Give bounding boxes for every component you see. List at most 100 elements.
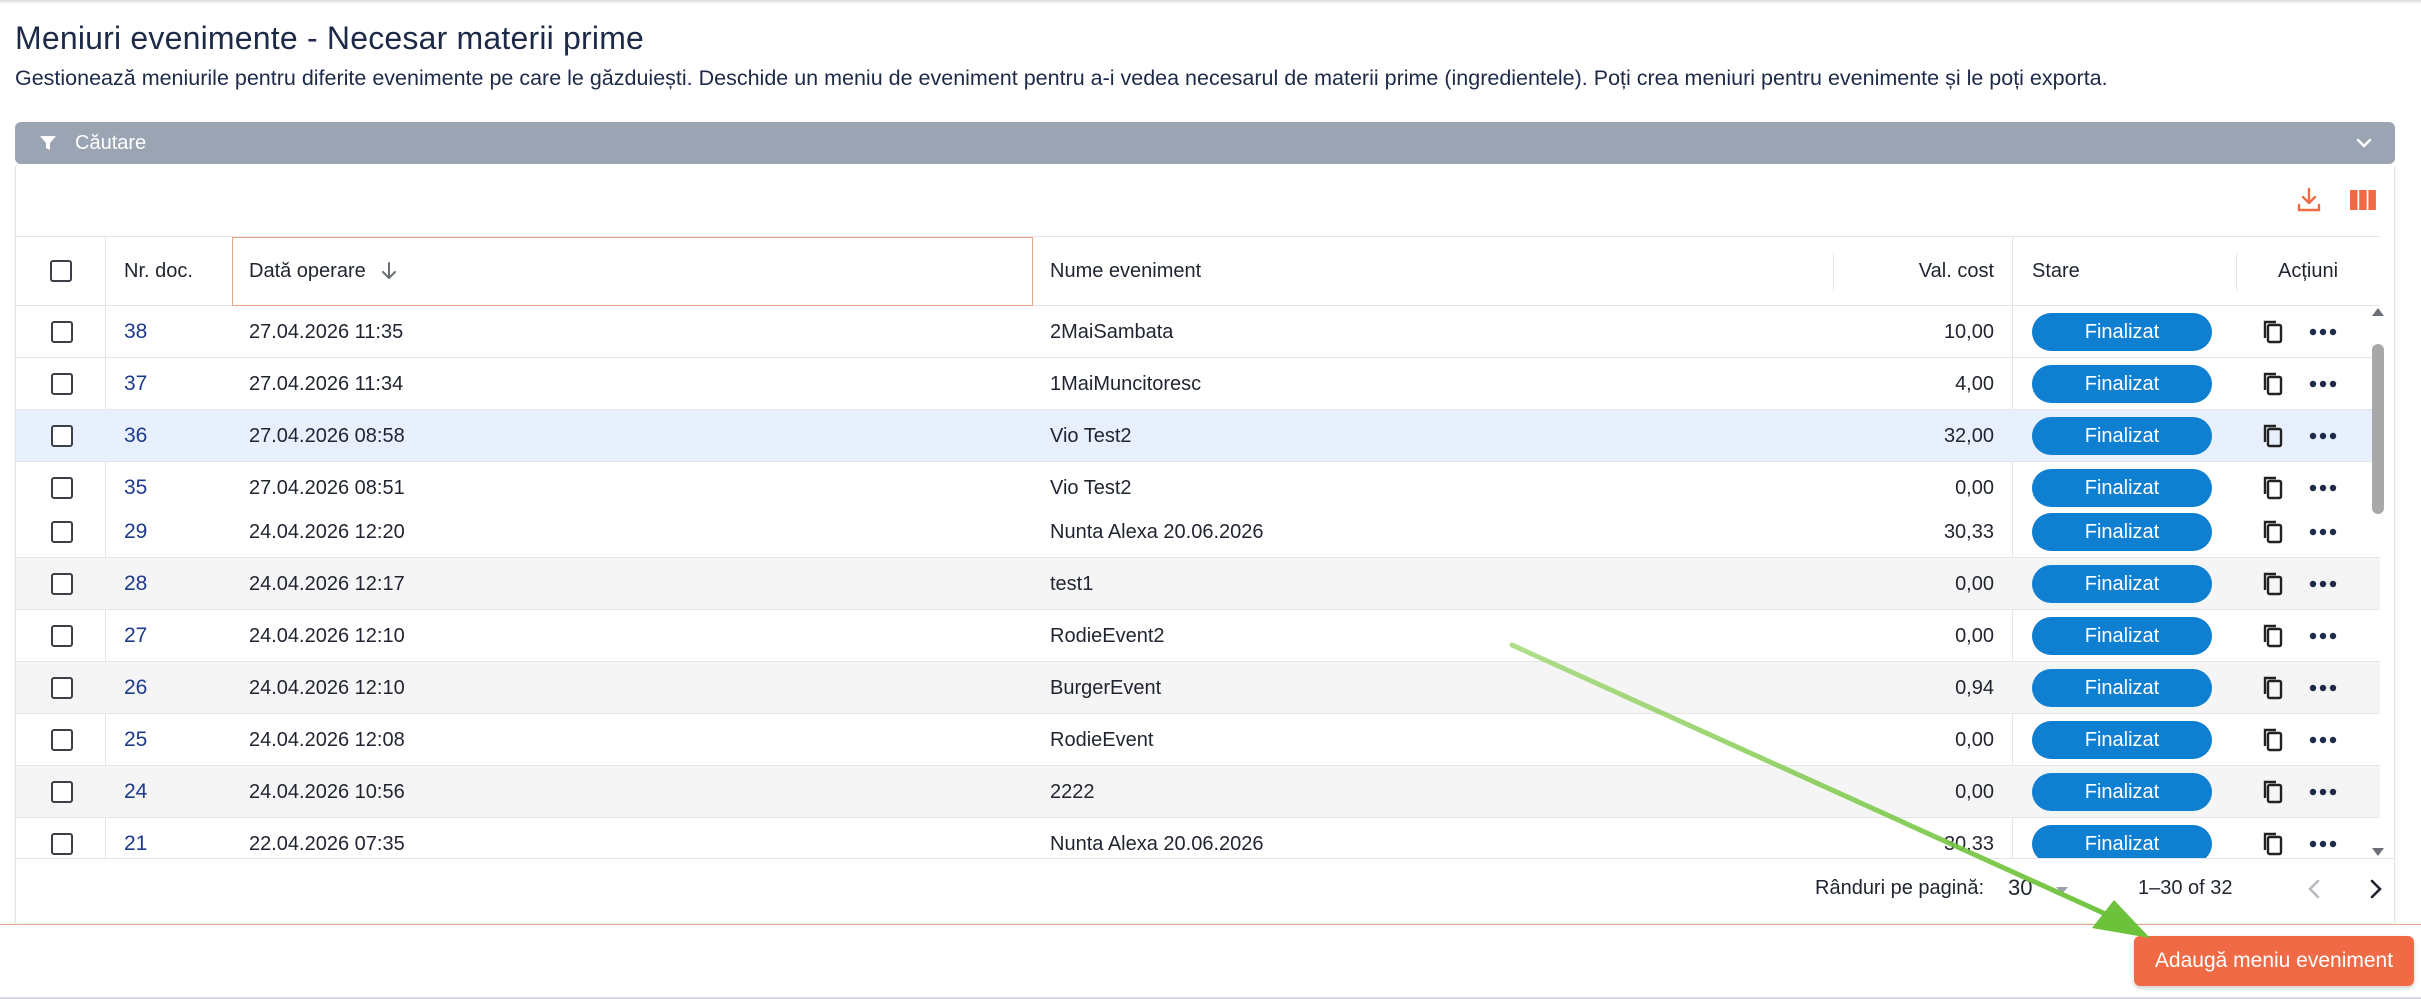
row-event-name: 1MaiMuncitoresc	[1050, 372, 1202, 395]
more-horizontal-icon[interactable]	[2308, 558, 2338, 610]
status-badge[interactable]: Finalizat	[2032, 513, 2212, 551]
select-all-checkbox[interactable]	[50, 237, 72, 305]
row-date: 24.04.2026 12:08	[249, 728, 405, 751]
more-horizontal-icon[interactable]	[2308, 410, 2338, 462]
column-header-date[interactable]: Dată operare	[249, 237, 398, 305]
row-status[interactable]: Finalizat	[2032, 766, 2212, 818]
scrollbar-thumb[interactable]	[2372, 344, 2384, 514]
row-event-name: Nunta Alexa 20.06.2026	[1050, 520, 1264, 543]
more-horizontal-icon[interactable]	[2308, 818, 2338, 858]
row-cost-value: 30,33	[1943, 520, 1994, 543]
row-status[interactable]: Finalizat	[2032, 506, 2212, 558]
table-row[interactable]: 25 24.04.2026 12:08 RodieEvent 0,00 Fina…	[16, 714, 2380, 766]
status-badge[interactable]: Finalizat	[2032, 565, 2212, 603]
copy-icon[interactable]	[2260, 506, 2286, 558]
row-status[interactable]: Finalizat	[2032, 818, 2212, 858]
chevron-left-icon[interactable]	[2301, 875, 2329, 903]
row-doc-number[interactable]: 21	[124, 818, 147, 858]
status-badge[interactable]: Finalizat	[2032, 365, 2212, 403]
add-event-menu-button[interactable]: Adaugă meniu eveniment	[2134, 936, 2414, 986]
chevron-right-icon[interactable]	[2361, 875, 2389, 903]
row-doc-number[interactable]: 38	[124, 306, 147, 358]
row-checkbox[interactable]	[51, 558, 73, 610]
more-horizontal-icon[interactable]	[2308, 610, 2338, 662]
row-status[interactable]: Finalizat	[2032, 662, 2212, 714]
row-checkbox[interactable]	[51, 818, 73, 858]
row-doc-number[interactable]: 29	[124, 506, 147, 558]
status-badge[interactable]: Finalizat	[2032, 825, 2212, 858]
status-badge[interactable]: Finalizat	[2032, 721, 2212, 759]
status-badge[interactable]: Finalizat	[2032, 313, 2212, 351]
table-row[interactable]: 28 24.04.2026 12:17 test1 0,00 Finalizat	[16, 558, 2380, 610]
row-checkbox[interactable]	[51, 610, 73, 662]
row-checkbox[interactable]	[51, 714, 73, 766]
columns-icon[interactable]	[2347, 184, 2379, 216]
chevron-down-icon[interactable]	[2353, 132, 2375, 154]
copy-icon[interactable]	[2260, 610, 2286, 662]
table-row[interactable]: 27 24.04.2026 12:10 RodieEvent2 0,00 Fin…	[16, 610, 2380, 662]
more-horizontal-icon[interactable]	[2308, 306, 2338, 358]
copy-icon[interactable]	[2260, 766, 2286, 818]
table-scrollbar[interactable]	[2369, 308, 2387, 856]
copy-icon[interactable]	[2260, 662, 2286, 714]
column-header-nr[interactable]: Nr. doc.	[124, 237, 193, 305]
column-header-name[interactable]: Nume eveniment	[1050, 237, 1201, 305]
copy-icon[interactable]	[2260, 306, 2286, 358]
rows-per-page-select[interactable]: 30	[2008, 875, 2032, 901]
column-separator	[2236, 253, 2237, 291]
copy-icon[interactable]	[2260, 358, 2286, 410]
chevron-down-icon[interactable]	[2056, 887, 2068, 894]
table-row[interactable]: 21 22.04.2026 07:35 Nunta Alexa 20.06.20…	[16, 818, 2380, 858]
copy-icon[interactable]	[2260, 714, 2286, 766]
row-status[interactable]: Finalizat	[2032, 410, 2212, 462]
row-doc-number[interactable]: 37	[124, 358, 147, 410]
row-doc-number[interactable]: 25	[124, 714, 147, 766]
table-row[interactable]: 35 27.04.2026 08:51 Vio Test2 0,00 Final…	[16, 462, 2380, 507]
row-checkbox[interactable]	[51, 662, 73, 714]
column-header-value[interactable]: Val. cost	[1836, 237, 1994, 305]
status-badge[interactable]: Finalizat	[2032, 469, 2212, 507]
row-status[interactable]: Finalizat	[2032, 306, 2212, 358]
scroll-down-icon[interactable]	[2372, 848, 2384, 856]
row-checkbox[interactable]	[51, 410, 73, 462]
table-row[interactable]: 36 27.04.2026 08:58 Vio Test2 32,00 Fina…	[16, 410, 2380, 462]
status-badge[interactable]: Finalizat	[2032, 669, 2212, 707]
table-row[interactable]: 26 24.04.2026 12:10 BurgerEvent 0,94 Fin…	[16, 662, 2380, 714]
table-row[interactable]: 38 27.04.2026 11:35 2MaiSambata 10,00 Fi…	[16, 306, 2380, 358]
row-checkbox[interactable]	[51, 766, 73, 818]
row-checkbox[interactable]	[51, 306, 73, 358]
row-cost-value: 0,94	[1955, 676, 1994, 699]
copy-icon[interactable]	[2260, 410, 2286, 462]
more-horizontal-icon[interactable]	[2308, 714, 2338, 766]
column-header-status[interactable]: Stare	[2032, 237, 2080, 305]
row-status[interactable]: Finalizat	[2032, 558, 2212, 610]
row-doc-number[interactable]: 24	[124, 766, 147, 818]
more-horizontal-icon[interactable]	[2308, 766, 2338, 818]
table-row[interactable]: 24 24.04.2026 10:56 2222 0,00 Finalizat	[16, 766, 2380, 818]
copy-icon[interactable]	[2260, 558, 2286, 610]
row-date: 27.04.2026 11:34	[249, 372, 404, 395]
scroll-up-icon[interactable]	[2372, 308, 2384, 316]
pagination-range: 1–30 of 32	[2138, 877, 2233, 899]
row-doc-number[interactable]: 28	[124, 558, 147, 610]
status-badge[interactable]: Finalizat	[2032, 617, 2212, 655]
status-badge[interactable]: Finalizat	[2032, 773, 2212, 811]
more-horizontal-icon[interactable]	[2308, 662, 2338, 714]
search-filter-bar[interactable]: Căutare	[15, 122, 2395, 164]
column-header-actions: Acțiuni	[2278, 259, 2339, 282]
download-icon[interactable]	[2293, 184, 2325, 216]
row-doc-number[interactable]: 26	[124, 662, 147, 714]
status-badge[interactable]: Finalizat	[2032, 417, 2212, 455]
copy-icon[interactable]	[2260, 818, 2286, 858]
row-checkbox[interactable]	[51, 358, 73, 410]
table-row[interactable]: 37 27.04.2026 11:34 1MaiMuncitoresc 4,00…	[16, 358, 2380, 410]
row-status[interactable]: Finalizat	[2032, 714, 2212, 766]
row-status[interactable]: Finalizat	[2032, 610, 2212, 662]
row-status[interactable]: Finalizat	[2032, 358, 2212, 410]
table-row[interactable]: 29 24.04.2026 12:20 Nunta Alexa 20.06.20…	[16, 506, 2380, 558]
row-doc-number[interactable]: 36	[124, 410, 147, 462]
more-horizontal-icon[interactable]	[2308, 506, 2338, 558]
row-checkbox[interactable]	[51, 506, 73, 558]
row-doc-number[interactable]: 27	[124, 610, 147, 662]
more-horizontal-icon[interactable]	[2308, 358, 2338, 410]
